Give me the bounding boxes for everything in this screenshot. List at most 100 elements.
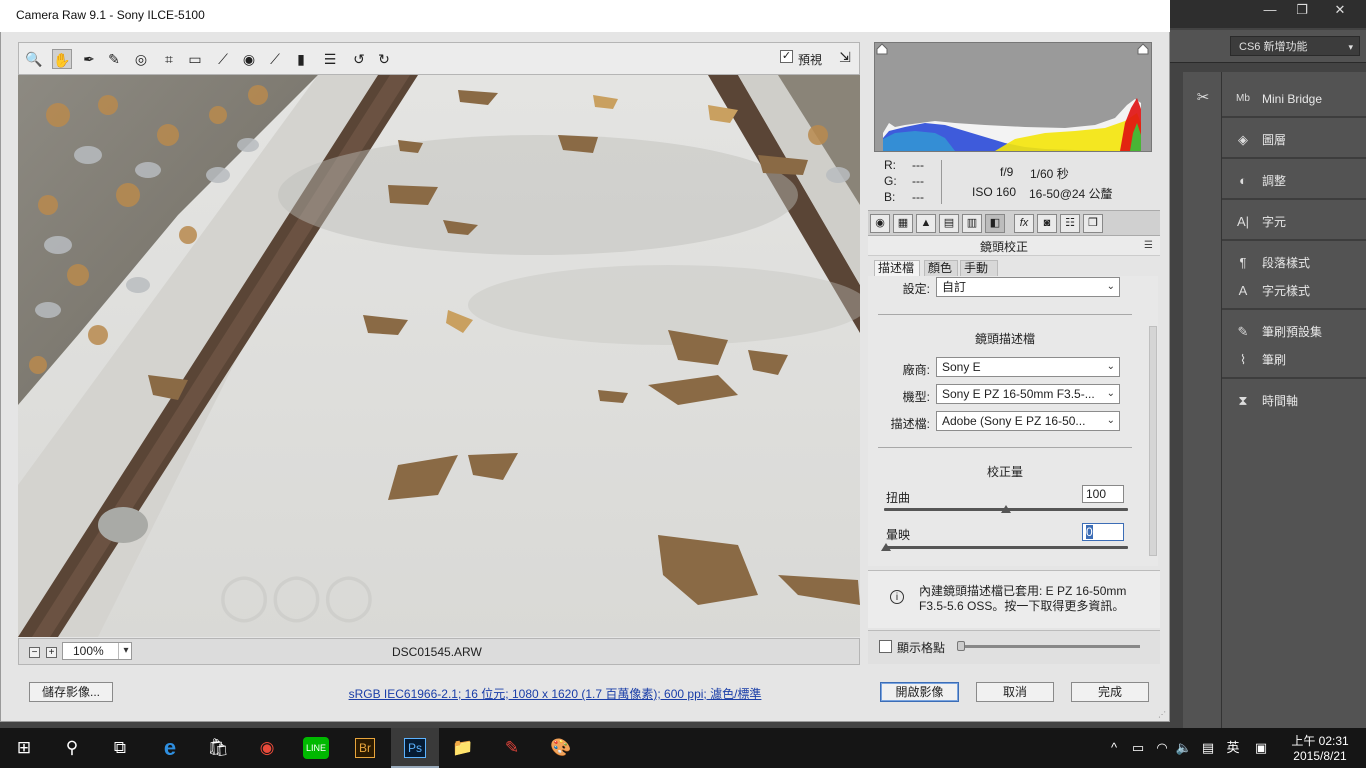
panel-paragraph-styles[interactable]: ¶ 段落樣式: [1222, 251, 1366, 275]
red-eye-tool[interactable]: ◉: [239, 49, 259, 69]
camera-calibration-tab-icon[interactable]: ◙: [1037, 214, 1057, 233]
distortion-slider-thumb[interactable]: [1001, 505, 1011, 513]
vignetting-slider-thumb[interactable]: [881, 543, 891, 551]
adjustments-icon: ◐: [1239, 173, 1247, 188]
file-explorer-icon[interactable]: 📁: [439, 728, 487, 768]
setting-select[interactable]: 自訂 ⌄: [936, 277, 1120, 297]
action-center-icon[interactable]: ▤: [1198, 728, 1218, 768]
basic-tab-icon[interactable]: ◉: [870, 214, 890, 233]
preview-checkbox[interactable]: ✓: [780, 50, 793, 63]
adjustment-panel-tabs: ◉ ▦ ▲ ▤ ▥ ◧ fx ◙ ☷ ❒: [868, 210, 1160, 236]
input-language-indicator[interactable]: 英: [1222, 728, 1244, 768]
panel-adjustments[interactable]: ◐ 調整: [1222, 169, 1366, 193]
make-select[interactable]: Sony E ⌄: [936, 357, 1120, 377]
fullscreen-icon[interactable]: ⇲: [836, 48, 854, 66]
show-grid-checkbox[interactable]: [879, 640, 892, 653]
panel-character[interactable]: A| 字元: [1222, 210, 1366, 234]
store-icon[interactable]: 🛍: [194, 728, 242, 768]
notification-icon[interactable]: ▣: [1250, 728, 1272, 768]
photoshop-icon[interactable]: Ps: [391, 728, 439, 768]
open-image-button[interactable]: 開啟影像: [880, 682, 959, 702]
lens-corrections-tab-icon[interactable]: ◧: [985, 214, 1005, 233]
detail-tab-icon[interactable]: ▲: [916, 214, 936, 233]
bridge-icon[interactable]: Br: [341, 728, 389, 768]
panel-brush-presets[interactable]: ✎ 筆刷預設集: [1222, 320, 1366, 344]
done-button[interactable]: 完成: [1071, 682, 1149, 702]
save-image-button[interactable]: 儲存影像...: [29, 682, 113, 702]
tools-icon[interactable]: ✂: [1193, 88, 1213, 108]
model-select[interactable]: Sony E PZ 16-50mm F3.5-... ⌄: [936, 384, 1120, 404]
workflow-options-link[interactable]: sRGB IEC61966-2.1; 16 位元; 1080 x 1620 (1…: [300, 685, 810, 702]
chrome-icon[interactable]: ◉: [243, 728, 291, 768]
lens-info-text[interactable]: 內建鏡頭描述檔已套用: E PZ 16-50mm F3.5-5.6 OSS。按一…: [919, 584, 1144, 614]
info-icon[interactable]: i: [890, 590, 904, 604]
tab-color[interactable]: 顏色: [924, 260, 958, 276]
effects-tab-icon[interactable]: fx: [1014, 214, 1034, 233]
tab-profile[interactable]: 描述檔: [874, 260, 920, 276]
cancel-button[interactable]: 取消: [976, 682, 1054, 702]
vignetting-value-field[interactable]: 0: [1082, 523, 1124, 541]
edge-browser-icon[interactable]: e: [146, 728, 194, 768]
zoom-tool[interactable]: 🔍: [24, 49, 44, 69]
chevron-up-icon[interactable]: ^: [1104, 728, 1124, 768]
photo-canvas: ○○○: [18, 75, 860, 637]
volume-icon[interactable]: 🔈: [1174, 728, 1194, 768]
grid-size-slider-thumb[interactable]: [957, 641, 965, 651]
rotate-right-button[interactable]: ↻: [374, 49, 394, 69]
layers-icon: ◈: [1238, 132, 1248, 147]
panel-menu-icon[interactable]: ☰: [1144, 240, 1153, 251]
minimize-button[interactable]: —: [1256, 0, 1284, 20]
start-icon[interactable]: ⊞: [0, 728, 48, 768]
paint-icon[interactable]: 🎨: [537, 728, 585, 768]
panel-layers[interactable]: ◈ 圖層: [1222, 128, 1366, 152]
chevron-down-icon[interactable]: ▾: [118, 643, 133, 659]
distortion-value-field[interactable]: 100: [1082, 485, 1124, 503]
close-button[interactable]: ✕: [1320, 0, 1360, 20]
restore-button[interactable]: ❐: [1288, 0, 1316, 20]
clock-date[interactable]: 2015/8/21: [1290, 749, 1350, 763]
snipping-tool-icon[interactable]: ✎: [488, 728, 536, 768]
snapshots-tab-icon[interactable]: ❒: [1083, 214, 1103, 233]
spot-removal-tool[interactable]: ⟋: [213, 49, 233, 69]
grid-size-slider[interactable]: [960, 645, 1140, 648]
tab-manual[interactable]: 手動: [960, 260, 998, 276]
distortion-label: 扭曲: [886, 491, 911, 505]
search-icon[interactable]: ⚲: [48, 728, 96, 768]
image-preview[interactable]: ○○○: [18, 75, 860, 637]
task-view-icon[interactable]: ⧉: [96, 728, 144, 768]
profile-select[interactable]: Adobe (Sony E PZ 16-50... ⌄: [936, 411, 1120, 431]
preferences-button[interactable]: ☰: [320, 49, 340, 69]
shadow-clipping-warning-icon[interactable]: [876, 43, 888, 55]
split-toning-tab-icon[interactable]: ▥: [962, 214, 982, 233]
battery-icon[interactable]: ▭: [1128, 728, 1148, 768]
histogram: [874, 42, 1152, 152]
panel-brush[interactable]: ⌇ 筆刷: [1222, 348, 1366, 372]
hsl-tab-icon[interactable]: ▤: [939, 214, 959, 233]
rotate-left-button[interactable]: ↺: [349, 49, 369, 69]
highlight-clipping-warning-icon[interactable]: [1137, 43, 1149, 55]
straighten-tool[interactable]: ▭: [185, 49, 205, 69]
panel-character-styles[interactable]: A 字元樣式: [1222, 279, 1366, 303]
panel-timeline[interactable]: ⧗ 時間軸: [1222, 389, 1366, 413]
adjustment-brush[interactable]: ⟋: [265, 49, 285, 69]
clock-time[interactable]: 上午 02:31: [1290, 732, 1350, 749]
presets-tab-icon[interactable]: ☷: [1060, 214, 1080, 233]
resize-grip-icon[interactable]: ⋰: [1158, 710, 1166, 719]
vignetting-slider[interactable]: [884, 546, 1128, 549]
tone-curve-tab-icon[interactable]: ▦: [893, 214, 913, 233]
zoom-out-button[interactable]: −: [29, 647, 40, 658]
iso-value: ISO 160: [972, 185, 1017, 199]
scrollbar-thumb[interactable]: [1149, 326, 1157, 556]
wifi-icon[interactable]: ◠: [1152, 728, 1172, 768]
crop-tool[interactable]: ⌗: [159, 49, 179, 69]
zoom-in-button[interactable]: +: [46, 647, 57, 658]
workspace-select[interactable]: CS6 新增功能 ▾: [1230, 36, 1360, 56]
hand-tool[interactable]: ✋: [52, 49, 72, 69]
line-app-icon[interactable]: LINE: [292, 728, 340, 768]
graduated-filter[interactable]: ▮: [291, 49, 311, 69]
targeted-adjustment-tool[interactable]: ◎: [131, 49, 151, 69]
panel-mini-bridge[interactable]: Mb Mini Bridge: [1222, 87, 1366, 111]
color-sampler-tool[interactable]: ✎: [104, 49, 124, 69]
white-balance-tool[interactable]: ✒: [79, 49, 99, 69]
character-styles-icon: A: [1238, 283, 1248, 298]
